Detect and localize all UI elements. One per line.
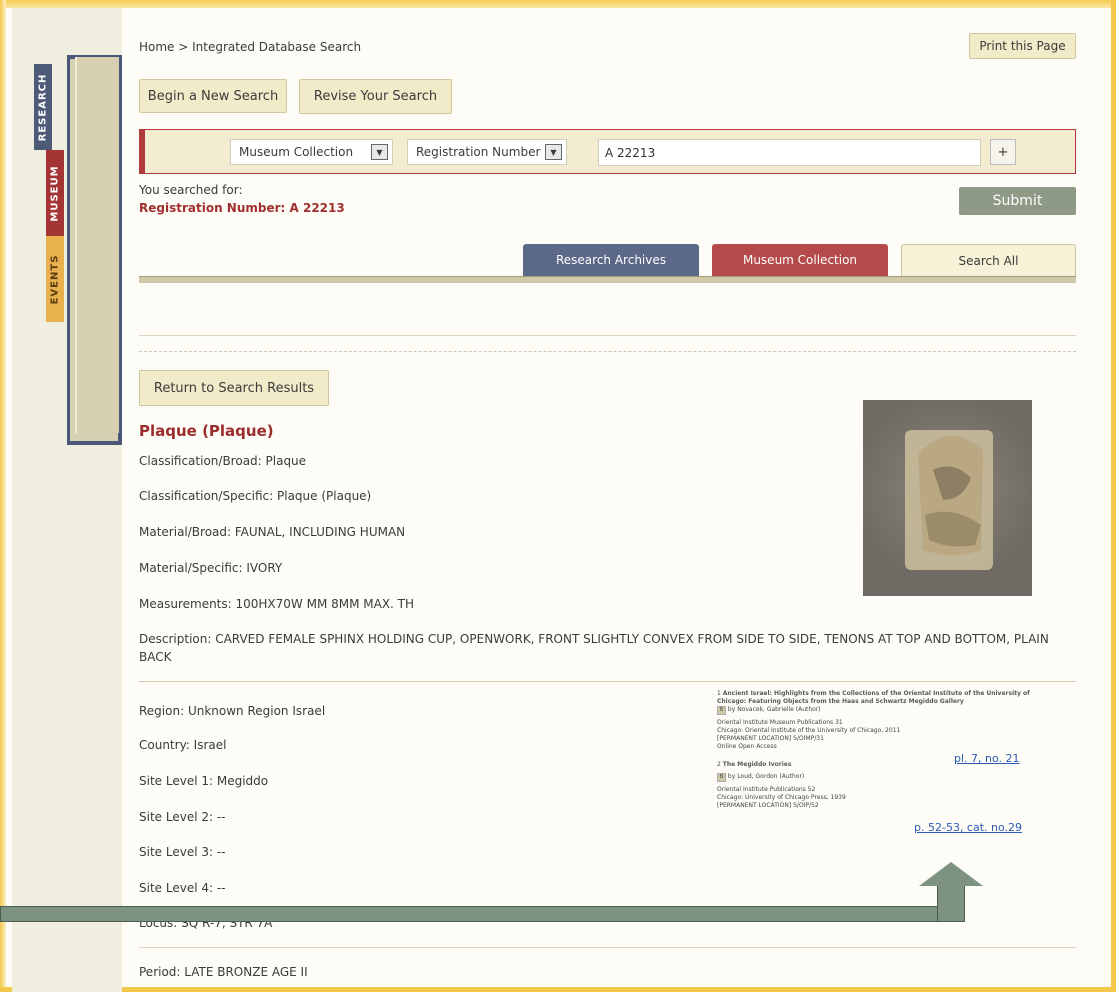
divider (139, 335, 1076, 336)
divider (139, 947, 1076, 948)
arrow-up-icon (919, 862, 983, 886)
side-tab-events[interactable]: EVENTS (46, 236, 64, 322)
field-region: Region: Unknown Region Israel (139, 704, 326, 718)
chevron-down-icon: ▼ (371, 144, 388, 160)
reference-title[interactable]: The Megiddo Ivories (723, 761, 792, 768)
reference-title[interactable]: Ancient Israel: Highlights from the Coll… (717, 690, 1030, 705)
reference-link-2[interactable]: p. 52-53, cat. no.29 (914, 821, 1022, 834)
submit-button[interactable]: Submit (959, 187, 1076, 215)
frame-bottom (0, 987, 1116, 992)
reference-pub: Oriental Institute Publications 52 (717, 786, 816, 793)
tab-bar (139, 276, 1076, 283)
field-site-level-1: Site Level 1: Megiddo (139, 774, 269, 788)
field-classification-specific: Classification/Specific: Plaque (Plaque) (139, 489, 372, 503)
reference-location: [PERMANENT LOCATION] S/OIP/52 (717, 802, 819, 809)
field-site-level-2: Site Level 2: -- (139, 810, 226, 824)
print-button[interactable]: Print this Page (969, 33, 1076, 59)
side-tab-label: EVENTS (49, 254, 61, 304)
annotation-arrow-shaft (0, 906, 965, 922)
add-criteria-button[interactable]: + (990, 139, 1016, 165)
references-list: 1 Ancient Israel: Highlights from the Co… (717, 690, 1057, 810)
divider-dashed (139, 351, 1076, 352)
reference-link-1[interactable]: pl. 7, no. 21 (954, 752, 1020, 765)
search-input[interactable] (598, 139, 981, 166)
field-material-broad: Material/Broad: FAUNAL, INCLUDING HUMAN (139, 525, 406, 539)
field-measurements: Measurements: 100HX70W MM 8MM MAX. TH (139, 597, 415, 611)
reference-number: 2 (717, 761, 721, 768)
object-photo[interactable] (863, 400, 1032, 596)
record-title: Plaque (Plaque) (139, 422, 274, 440)
field-classification-broad: Classification/Broad: Plaque (139, 454, 307, 468)
source-select[interactable]: Museum Collection ▼ (230, 139, 393, 165)
reference-item: 2 The Megiddo Ivories B by Loud, Gordon … (717, 761, 1057, 810)
reference-pub2: Chicago: Oriental Institute of the Unive… (717, 727, 901, 734)
reference-item: 1 Ancient Israel: Highlights from the Co… (717, 690, 1057, 751)
divider (139, 681, 1076, 682)
return-to-results-button[interactable]: Return to Search Results (139, 370, 329, 406)
tab-research-archives[interactable]: Research Archives (523, 244, 699, 276)
book-icon: B (717, 706, 726, 715)
side-tab-research[interactable]: RESEARCH (34, 64, 52, 150)
field-select-value: Registration Number (416, 145, 541, 159)
field-select[interactable]: Registration Number ▼ (407, 139, 567, 165)
field-site-level-3: Site Level 3: -- (139, 845, 226, 859)
reference-number: 1 (717, 690, 721, 697)
field-material-specific: Material/Specific: IVORY (139, 561, 283, 575)
side-panel-inner (75, 57, 119, 433)
reference-pub2: Chicago: University of Chicago Press, 19… (717, 794, 846, 801)
new-search-button[interactable]: Begin a New Search (139, 79, 287, 113)
field-description: Description: CARVED FEMALE SPHINX HOLDIN… (139, 632, 1049, 664)
reference-access[interactable]: Online Open Access (717, 743, 1057, 751)
reference-pub: Oriental Institute Museum Publications 3… (717, 719, 843, 726)
field-site-level-4: Site Level 4: -- (139, 881, 226, 895)
reference-author: by Loud, Gordon (Author) (727, 773, 805, 780)
field-period: Period: LATE BRONZE AGE II (139, 965, 308, 979)
side-tab-museum[interactable]: MUSEUM (46, 150, 64, 236)
breadcrumb[interactable]: Home > Integrated Database Search (139, 40, 361, 54)
reference-author: by Novacek, Gabrielle (Author) (727, 706, 821, 713)
field-country: Country: Israel (139, 738, 227, 752)
tab-museum-collection[interactable]: Museum Collection (712, 244, 888, 276)
source-select-value: Museum Collection (239, 145, 354, 159)
searched-for-label: You searched for: (139, 183, 243, 197)
book-icon: B (717, 773, 726, 782)
frame-top (0, 0, 1116, 8)
chevron-down-icon: ▼ (545, 144, 562, 160)
reference-location: [PERMANENT LOCATION] S/OIMP/31 (717, 735, 824, 742)
frame-right (1111, 0, 1116, 992)
revise-search-button[interactable]: Revise Your Search (299, 79, 452, 114)
searched-for-value: Registration Number: A 22213 (139, 201, 345, 215)
frame-left (0, 0, 6, 992)
sphinx-plaque-image (905, 430, 993, 570)
side-tab-label: MUSEUM (49, 164, 61, 222)
search-bar: Museum Collection ▼ Registration Number … (139, 129, 1076, 174)
annotation-arrow-stem (937, 884, 965, 922)
side-tab-label: RESEARCH (37, 73, 49, 141)
tab-search-all[interactable]: Search All (901, 244, 1076, 276)
